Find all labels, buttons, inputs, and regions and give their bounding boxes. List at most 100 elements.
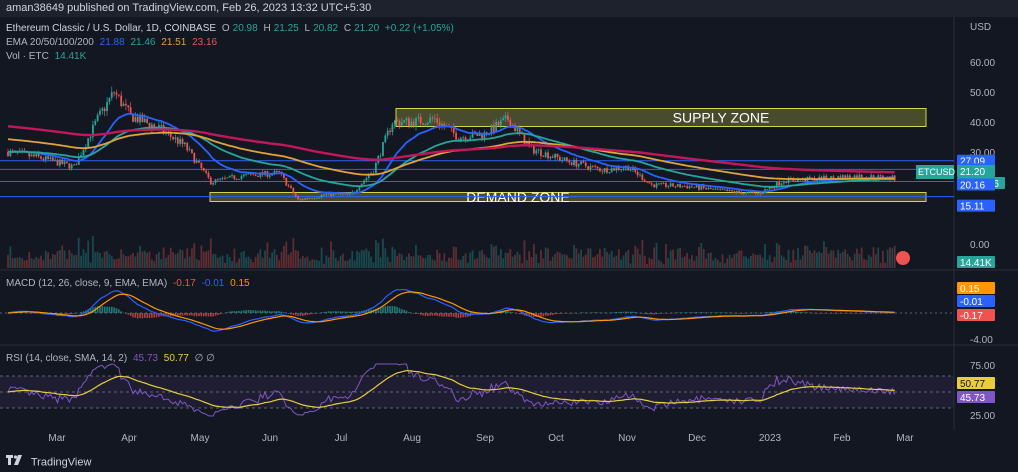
candle-body	[669, 183, 672, 187]
candle-body	[657, 183, 660, 185]
candle-body	[589, 165, 592, 170]
candle-body	[384, 135, 387, 143]
candle-body	[323, 194, 325, 196]
candle-body	[537, 149, 540, 151]
volume-bar	[77, 237, 80, 268]
volume-bar	[150, 259, 153, 268]
candle-body	[294, 193, 297, 197]
volume-bar	[778, 244, 781, 268]
candle-body	[318, 197, 321, 199]
volume-bar	[700, 242, 703, 268]
volume-bar	[268, 257, 271, 268]
volume-bar	[75, 254, 78, 268]
volume-bar	[183, 258, 186, 268]
volume-bar	[443, 253, 446, 268]
volume-bar	[73, 255, 75, 268]
chart-canvas[interactable]: SUPPLY ZONEDEMAND ZONE USD60.0050.0040.0…	[0, 0, 1018, 472]
candle-body	[766, 189, 769, 190]
rsi-tag: 45.73	[960, 393, 985, 404]
macd-histogram-bar	[283, 312, 285, 313]
volume-bar	[160, 258, 163, 268]
candle-body	[108, 97, 111, 102]
volume-bar	[455, 246, 457, 268]
volume-bar	[148, 251, 151, 268]
volume-bar	[554, 253, 557, 268]
macd-histogram-bar	[858, 313, 861, 314]
candle-body	[96, 114, 99, 121]
candle-body	[599, 168, 601, 172]
volume-bar	[245, 257, 248, 268]
volume-bar	[724, 263, 726, 268]
volume-bar	[483, 254, 486, 268]
legend-rsi-label: RSI (14, close, SMA, 14, 2)	[6, 353, 128, 364]
volume-bar	[695, 256, 698, 268]
macd-histogram-bar	[832, 313, 835, 314]
volume-bar	[549, 260, 552, 268]
candle-body	[40, 156, 42, 159]
candle-body	[257, 175, 259, 177]
month-tick: Nov	[618, 433, 636, 444]
macd-histogram-bar	[441, 313, 443, 317]
volume-bar	[610, 250, 613, 268]
legend-ema: EMA 20/50/100/200 21.88 21.46 21.51 23.1…	[6, 37, 220, 49]
volume-bar	[424, 258, 427, 268]
candle-body	[240, 176, 243, 180]
macd-histogram-bar	[278, 311, 280, 313]
volume-bar	[172, 252, 174, 268]
volume-bar	[61, 245, 64, 268]
volume-bar	[596, 253, 599, 268]
macd-hist-tag: -0.17	[960, 311, 983, 322]
volume-bar	[287, 254, 290, 268]
candle-body	[665, 183, 667, 187]
candle-body	[233, 175, 236, 180]
legend-l-label: L	[304, 23, 311, 34]
volume-bar	[634, 245, 637, 268]
volume-bar	[445, 261, 448, 268]
footer: TradingView	[0, 453, 1018, 472]
volume-bar	[249, 259, 252, 268]
volume-bar	[426, 255, 429, 268]
volume-bar	[11, 258, 14, 268]
legend-vol-value: 14.41K	[54, 51, 87, 62]
candle-body	[707, 187, 710, 190]
volume-bar	[698, 246, 700, 268]
candle-body	[596, 166, 599, 169]
candle-body	[716, 188, 719, 190]
volume-bar	[412, 256, 415, 268]
volume-bar	[804, 245, 806, 268]
volume-bar	[205, 251, 207, 268]
volume-bar	[575, 248, 578, 268]
candle-body	[601, 171, 604, 173]
macd-histogram-bar	[129, 313, 132, 316]
volume-bar	[797, 247, 799, 268]
candle-body	[639, 174, 641, 176]
candle-body	[726, 189, 729, 192]
macd-histogram-bar	[452, 313, 455, 317]
volume-bar	[266, 242, 269, 268]
volume-bar	[830, 250, 832, 268]
volume-bar	[186, 248, 189, 268]
volume-bar	[16, 257, 19, 268]
volume-bar	[636, 248, 639, 268]
volume-bar	[674, 259, 677, 268]
candle-body	[782, 182, 785, 184]
volume-bar	[504, 252, 507, 268]
volume-bar	[712, 260, 715, 268]
volume-bar	[80, 255, 83, 268]
candle-body	[573, 159, 575, 165]
candle-body	[759, 193, 762, 195]
macd-histogram-bar	[801, 312, 804, 313]
month-tick: Dec	[688, 433, 706, 444]
volume-bar	[308, 260, 311, 268]
volume-bar	[787, 249, 790, 268]
rsi-tick: 25.00	[970, 411, 995, 422]
candle-body	[306, 198, 309, 200]
legend-macd-line: -0.01	[201, 278, 225, 289]
volume-bar	[768, 255, 771, 268]
volume-bar	[367, 251, 370, 268]
volume-bar	[96, 251, 99, 268]
volume-bar	[441, 260, 443, 268]
candle-body	[174, 137, 177, 140]
volume-bar	[283, 245, 285, 268]
volume-bar	[301, 255, 304, 268]
